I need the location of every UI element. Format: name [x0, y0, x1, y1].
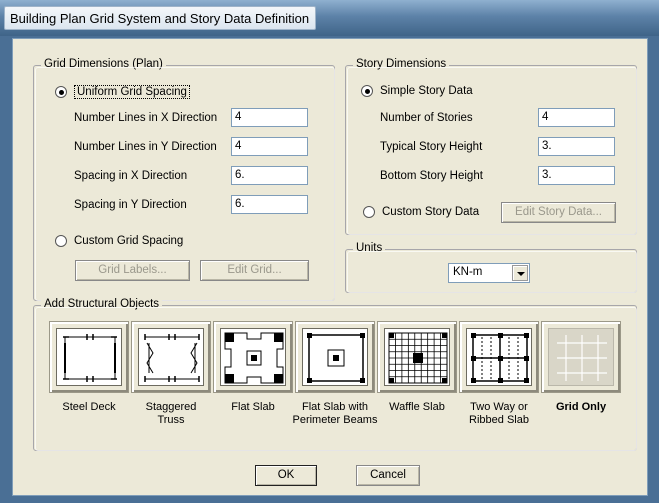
simple-story-data-radio[interactable]: Simple Story Data [361, 85, 473, 97]
uniform-grid-spacing-radio[interactable]: Uniform Grid Spacing [55, 85, 190, 99]
title-bar[interactable]: Building Plan Grid System and Story Data… [0, 0, 659, 36]
cancel-button[interactable]: Cancel [356, 465, 420, 486]
units-dropdown[interactable]: KN-m [448, 263, 530, 283]
custom-story-data-radio[interactable]: Custom Story Data [363, 206, 479, 218]
ok-button[interactable]: OK [255, 465, 317, 486]
radio-selected-icon [361, 85, 373, 97]
lines-x-input[interactable]: 4 [231, 108, 308, 127]
uniform-grid-spacing-label: Uniform Grid Spacing [74, 85, 190, 99]
dialog-window: Building Plan Grid System and Story Data… [0, 0, 659, 503]
staggered-truss-caption-line2: Truss [157, 414, 185, 426]
lines-y-input[interactable]: 4 [231, 137, 308, 156]
simple-story-data-label: Simple Story Data [380, 85, 473, 97]
staggered-truss-icon [138, 328, 204, 386]
lines-x-label: Number Lines in X Direction [74, 112, 218, 124]
story-dimensions-legend: Story Dimensions [353, 58, 450, 70]
radio-selected-icon [55, 86, 67, 98]
steel-deck-tile[interactable] [49, 321, 129, 393]
flat-slab-tile[interactable] [213, 321, 293, 393]
grid-only-icon [548, 328, 614, 386]
staggered-truss-tile[interactable] [131, 321, 211, 393]
units-legend: Units [353, 242, 386, 254]
spacing-y-input[interactable]: 6. [231, 195, 308, 214]
grid-only-caption-line1: Grid Only [555, 401, 607, 413]
typical-story-height-input[interactable]: 3. [538, 137, 615, 156]
spacing-y-label: Spacing in Y Direction [74, 199, 187, 211]
number-of-stories-input[interactable]: 4 [538, 108, 615, 127]
two-way-caption-line2: Ribbed Slab [469, 414, 529, 426]
custom-grid-spacing-radio[interactable]: Custom Grid Spacing [55, 235, 183, 247]
waffle-slab-tile[interactable] [377, 321, 457, 393]
flat-slab-perimeter-caption-line2: Perimeter Beams [292, 414, 378, 426]
edit-grid-button[interactable]: Edit Grid... [200, 260, 309, 281]
number-of-stories-label: Number of Stories [380, 112, 473, 124]
waffle-slab-icon [384, 328, 450, 386]
grid-only-caption: Grid Only [533, 401, 629, 414]
flat-slab-perimeter-beams-tile[interactable] [295, 321, 375, 393]
flat-slab-perimeter-beams-icon [302, 328, 368, 386]
custom-grid-spacing-label: Custom Grid Spacing [74, 235, 184, 247]
lines-y-label: Number Lines in Y Direction [74, 141, 217, 153]
bottom-story-height-label: Bottom Story Height [380, 170, 483, 182]
radio-unselected-icon [363, 206, 375, 218]
typical-story-height-label: Typical Story Height [380, 141, 483, 153]
steel-deck-icon [56, 328, 122, 386]
grid-dimensions-legend: Grid Dimensions (Plan) [41, 58, 166, 70]
radio-unselected-icon [55, 235, 67, 247]
spacing-x-input[interactable]: 6. [231, 166, 308, 185]
two-way-ribbed-slab-icon [466, 328, 532, 386]
spacing-x-label: Spacing in X Direction [74, 170, 188, 182]
edit-story-data-button[interactable]: Edit Story Data... [501, 202, 616, 223]
bottom-story-height-input[interactable]: 3. [538, 166, 615, 185]
chevron-down-icon[interactable] [512, 265, 528, 281]
dialog-client-area: Grid Dimensions (Plan) Uniform Grid Spac… [12, 38, 648, 496]
grid-only-tile[interactable] [541, 321, 621, 393]
custom-story-data-label: Custom Story Data [382, 206, 480, 218]
two-way-ribbed-slab-tile[interactable] [459, 321, 539, 393]
units-selected-value: KN-m [453, 266, 483, 278]
grid-labels-button[interactable]: Grid Labels... [75, 260, 190, 281]
structural-objects-legend: Add Structural Objects [41, 298, 163, 310]
flat-slab-icon [220, 328, 286, 386]
window-title: Building Plan Grid System and Story Data… [10, 11, 310, 26]
